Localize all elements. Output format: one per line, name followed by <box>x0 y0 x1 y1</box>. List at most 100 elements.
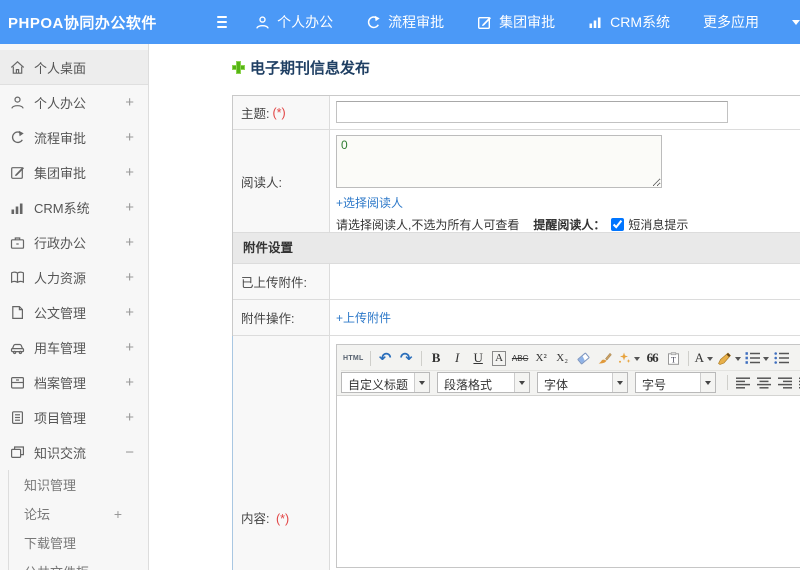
nav-workflow-approval[interactable]: 流程审批 <box>366 12 444 32</box>
required-mark: (*) <box>272 105 286 120</box>
italic-button[interactable]: I <box>447 348 468 368</box>
font-family-select[interactable]: 字体 <box>537 372 629 393</box>
attachment-action-row: 附件操作: +上传附件 <box>233 300 800 336</box>
sidebar-subitem-public-cabinet[interactable]: 公共文件柜 <box>9 557 148 570</box>
sidebar-item-crm[interactable]: CRM系统 + <box>0 190 148 225</box>
redo-button[interactable]: ↷ <box>396 348 417 368</box>
clipboard-icon <box>11 411 24 425</box>
page-title: 电子期刊信息发布 <box>232 57 800 78</box>
sidebar-subitem-knowledge-mgmt[interactable]: 知识管理 <box>9 470 148 499</box>
sidebar-item-official-docs[interactable]: 公文管理 + <box>0 295 148 330</box>
readers-textarea[interactable]: 0 <box>336 135 662 188</box>
align-left-button[interactable] <box>732 373 753 393</box>
subject-label: 主题: <box>241 107 270 121</box>
underline-button[interactable]: U <box>468 348 489 368</box>
redo-icon: ↷ <box>399 349 413 367</box>
caret-down-icon[interactable] <box>792 19 800 29</box>
auto-format-button[interactable] <box>615 348 642 368</box>
caret-down-icon <box>514 373 530 392</box>
nav-more-apps[interactable]: 更多应用 <box>703 12 759 32</box>
editor-content-area[interactable] <box>337 395 800 567</box>
sms-remind-checkbox[interactable] <box>611 218 625 231</box>
upload-attachment-link[interactable]: +上传附件 <box>336 309 391 326</box>
svg-text:T: T <box>671 355 676 364</box>
strikethrough-button[interactable]: ABC <box>510 348 531 368</box>
remove-format-button[interactable] <box>573 348 594 368</box>
nav-group-approval[interactable]: 集团审批 <box>477 12 555 32</box>
subscript-button[interactable]: X₂ <box>552 348 573 368</box>
subject-input[interactable] <box>336 101 728 123</box>
unordered-list-button[interactable] <box>771 348 792 368</box>
sidebar-item-archives[interactable]: 档案管理 + <box>0 365 148 400</box>
required-mark: (*) <box>275 512 290 526</box>
align-right-icon <box>777 376 792 389</box>
heading-style-select[interactable]: 自定义标题 <box>341 372 431 393</box>
car-icon <box>10 343 25 355</box>
caret-down-icon <box>763 356 770 364</box>
ordered-list-icon <box>745 352 761 364</box>
stack-icon <box>11 446 24 459</box>
select-readers-link[interactable]: +选择阅读人 <box>336 196 403 210</box>
workflow-icon <box>11 130 24 144</box>
undo-button[interactable]: ↶ <box>375 348 396 368</box>
justify-button[interactable] <box>795 373 800 393</box>
rich-text-editor: HTML ↶ ↷ B I U A ABC X² X₂ 66 T A 自定义标题 … <box>336 344 800 568</box>
remind-readers-label: 提醒阅读人： <box>533 218 606 232</box>
clipboard-text-icon: T <box>667 351 679 365</box>
editor-toolbar: HTML ↶ ↷ B I U A ABC X² X₂ 66 T A 自定义标题 … <box>337 345 800 395</box>
sidebar-item-group-approval[interactable]: 集团审批 + <box>0 155 148 190</box>
brush-icon <box>598 352 612 364</box>
briefcase-icon <box>10 237 25 249</box>
undo-icon: ↶ <box>378 349 392 367</box>
paste-as-text-button[interactable]: T <box>663 348 684 368</box>
paragraph-format-select[interactable]: 段落格式 <box>437 372 531 393</box>
nav-crm-system[interactable]: CRM系统 <box>588 12 670 32</box>
content-row: 内容: (*) HTML ↶ ↷ B I U A ABC X² X₂ 66 T … <box>232 336 800 570</box>
sidebar-item-personal-desktop[interactable]: 个人桌面 <box>0 50 148 85</box>
font-name-button[interactable]: A <box>489 348 510 368</box>
format-brush-button[interactable] <box>594 348 615 368</box>
sidebar-item-vehicle[interactable]: 用车管理 + <box>0 330 148 365</box>
sidebar-item-hr[interactable]: 人力资源 + <box>0 260 148 295</box>
align-left-icon <box>735 376 750 389</box>
menu-toggle-icon[interactable] <box>216 13 228 31</box>
book-icon <box>11 271 24 284</box>
uploaded-attachments-label: 已上传附件: <box>241 276 307 290</box>
readers-row: 阅读人: 0 +选择阅读人 请选择阅读人,不选为所有人可查看 提醒阅读人： 短消… <box>233 130 800 233</box>
font-size-select[interactable]: 字号 <box>635 372 717 393</box>
caret-down-icon <box>735 356 742 364</box>
blockquote-button[interactable]: 66 <box>642 348 663 368</box>
sidebar-item-workflow-approval[interactable]: 流程审批 + <box>0 120 148 155</box>
knowledge-submenu: 知识管理 论坛 + 下载管理 公共文件柜 <box>8 470 148 570</box>
sidebar-subitem-downloads[interactable]: 下载管理 <box>9 528 148 557</box>
add-icon <box>232 61 245 74</box>
magic-wand-icon <box>618 352 631 363</box>
eraser-icon <box>576 351 590 365</box>
edit-icon <box>478 16 492 29</box>
unordered-list-icon <box>774 352 790 364</box>
caret-down-icon <box>707 356 714 364</box>
sidebar-subitem-forum[interactable]: 论坛 + <box>9 499 148 528</box>
highlight-color-button[interactable] <box>715 348 743 368</box>
app-logo: PHPOA协同办公软件 <box>8 14 157 32</box>
superscript-button[interactable]: X² <box>531 348 552 368</box>
sidebar-item-knowledge[interactable]: 知识交流 − <box>0 435 148 470</box>
top-bar: PHPOA协同办公软件 个人办公 流程审批 集团审批 CRM系统 更多应用 <box>0 0 800 44</box>
html-source-button[interactable]: HTML <box>341 348 366 368</box>
document-icon <box>12 306 23 319</box>
sidebar-item-admin-office[interactable]: 行政办公 + <box>0 225 148 260</box>
ordered-list-button[interactable] <box>743 348 771 368</box>
bold-button[interactable]: B <box>426 348 447 368</box>
sidebar-item-personal-office[interactable]: 个人办公 + <box>0 85 148 120</box>
attachment-action-label: 附件操作: <box>241 312 295 326</box>
publish-form: 主题: (*) 阅读人: 0 +选择阅读人 请选择阅读人,不选为所有人可查看 提… <box>232 95 800 570</box>
font-color-button[interactable]: A <box>693 348 715 368</box>
uploaded-attachments-value <box>330 264 800 299</box>
sidebar-item-projects[interactable]: 项目管理 + <box>0 400 148 435</box>
align-right-button[interactable] <box>774 373 795 393</box>
content-label: 内容: <box>241 512 270 526</box>
bar-chart-icon <box>589 17 601 28</box>
bar-chart-icon <box>11 203 23 214</box>
align-center-button[interactable] <box>753 373 774 393</box>
nav-personal-office[interactable]: 个人办公 <box>255 12 333 32</box>
